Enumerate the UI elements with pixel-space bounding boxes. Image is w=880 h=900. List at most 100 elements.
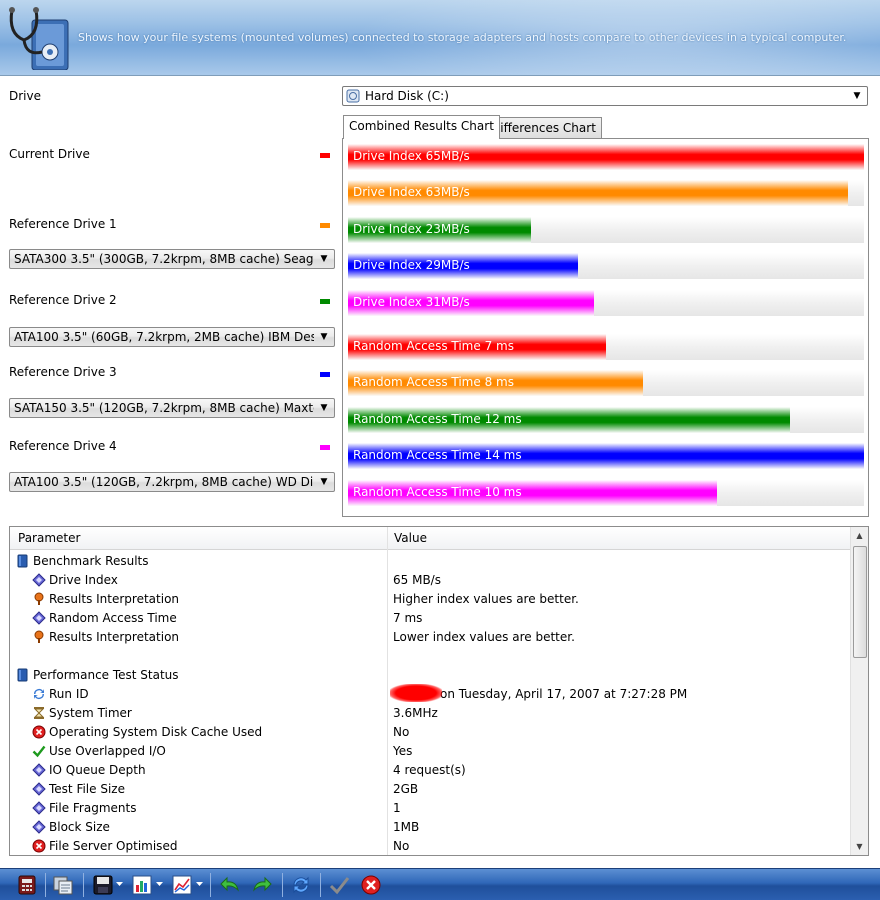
reference-drive-3-select[interactable]: SATA150 3.5" (120GB, 7.2krpm, 8MB cache)… — [9, 398, 335, 418]
chart-bar-label: Drive Index 63MB/s — [353, 185, 470, 199]
hourglass-icon — [32, 706, 46, 720]
table-row[interactable]: Block Size 1MB — [10, 818, 850, 837]
reference-drive-1-label: Reference Drive 1 — [9, 217, 117, 231]
parameter-cell: System Timer — [49, 706, 132, 720]
table-row[interactable] — [10, 647, 850, 666]
reference-drive-2-value: ATA100 3.5" (60GB, 7.2krpm, 2MB cache) I… — [14, 330, 314, 344]
parameter-cell: Results Interpretation — [49, 630, 180, 644]
parameter-cell: IO Queue Depth — [49, 763, 146, 777]
chevron-down-icon[interactable] — [116, 881, 123, 887]
chevron-down-icon[interactable] — [156, 881, 163, 887]
parameter-cell: Benchmark Results — [33, 554, 149, 568]
chart-bar-label: Random Access Time 12 ms — [353, 412, 522, 426]
value-cell: No — [393, 725, 410, 739]
chart-icon[interactable] — [131, 874, 153, 896]
reference-drive-4-swatch — [320, 445, 330, 450]
chart-row: Random Access Time 7 ms — [348, 334, 864, 360]
chart-bar-label: Drive Index 65MB/s — [353, 149, 470, 163]
parameter-cell: Drive Index — [49, 573, 118, 587]
chart-row: Drive Index 65MB/s — [348, 144, 864, 170]
value-cell: 3.6MHz — [393, 706, 438, 720]
bottom-toolbar — [0, 868, 880, 900]
value-cell: Lower index values are better. — [393, 630, 575, 644]
cross-icon — [32, 725, 46, 739]
reference-drive-3-swatch — [320, 372, 330, 377]
tab-differences-chart[interactable]: Differences Chart — [485, 117, 602, 138]
table-row[interactable]: Performance Test Status — [10, 666, 850, 685]
column-header-parameter[interactable]: Parameter — [18, 531, 80, 545]
parameter-cell: Results Interpretation — [49, 592, 180, 606]
reference-drive-4-value: ATA100 3.5" (120GB, 7.2krpm, 8MB cache) … — [14, 475, 314, 489]
pin-icon — [32, 630, 46, 644]
cross-icon — [32, 839, 46, 853]
toolbar-separator — [320, 873, 321, 897]
reference-drive-4-select[interactable]: ATA100 3.5" (120GB, 7.2krpm, 8MB cache) … — [9, 472, 335, 492]
diamond-icon — [32, 573, 46, 587]
table-row[interactable]: IO Queue Depth 4 request(s) — [10, 761, 850, 780]
parameter-cell: Performance Test Status — [33, 668, 179, 682]
value-cell: No — [393, 839, 410, 853]
graph-icon[interactable] — [171, 874, 193, 896]
reference-drive-3-value: SATA150 3.5" (120GB, 7.2krpm, 8MB cache)… — [14, 401, 314, 415]
book-icon — [16, 668, 30, 682]
chart-row: Random Access Time 12 ms — [348, 407, 864, 433]
toolbar-separator — [83, 873, 84, 897]
table-row[interactable]: Results Interpretation Higher index value… — [10, 590, 850, 609]
book-icon — [16, 554, 30, 568]
cancel-icon[interactable] — [360, 874, 382, 896]
refresh-icon[interactable] — [290, 874, 312, 896]
check-icon — [32, 744, 46, 758]
table-row[interactable]: Random Access Time 7 ms — [10, 609, 850, 628]
scroll-down-icon[interactable]: ▼ — [851, 838, 868, 855]
combined-results-chart: Drive Index 65MB/s Drive Index 63MB/s Driv… — [342, 138, 869, 517]
check-icon[interactable] — [328, 874, 350, 896]
column-header-value[interactable]: Value — [394, 531, 427, 545]
table-row[interactable]: Operating System Disk Cache Used No — [10, 723, 850, 742]
chart-bar-label: Random Access Time 10 ms — [353, 485, 522, 499]
calculator-icon[interactable] — [16, 874, 38, 896]
grid-scrollbar[interactable]: ▲ ▼ — [850, 527, 868, 855]
drive-select[interactable]: Hard Disk (C:) ▼ — [342, 86, 868, 106]
refresh-icon — [32, 687, 46, 701]
chart-row: Drive Index 31MB/s — [348, 290, 864, 316]
value-cell: 65 MB/s — [393, 573, 441, 587]
table-row[interactable]: Results Interpretation Lower index values… — [10, 628, 850, 647]
current-drive-swatch — [320, 153, 330, 158]
forward-icon[interactable] — [251, 874, 273, 896]
chart-row: Random Access Time 8 ms — [348, 370, 864, 396]
value-cell: Yes — [393, 744, 413, 758]
table-row[interactable]: Test File Size 2GB — [10, 780, 850, 799]
table-row[interactable]: File Fragments 1 — [10, 799, 850, 818]
diamond-icon — [32, 611, 46, 625]
table-row[interactable]: Use Overlapped I/O Yes — [10, 742, 850, 761]
value-cell: 7 ms — [393, 611, 423, 625]
reference-drive-2-select[interactable]: ATA100 3.5" (60GB, 7.2krpm, 2MB cache) I… — [9, 327, 335, 347]
table-row[interactable]: System Timer 3.6MHz — [10, 704, 850, 723]
table-row[interactable]: File Server Optimised No — [10, 837, 850, 855]
chart-row: Random Access Time 14 ms — [348, 443, 864, 469]
chart-bar-label: Random Access Time 8 ms — [353, 375, 514, 389]
diamond-icon — [32, 763, 46, 777]
scroll-up-icon[interactable]: ▲ — [851, 527, 868, 544]
chevron-down-icon: ▼ — [320, 403, 328, 413]
redaction-mark — [390, 684, 442, 702]
chevron-down-icon[interactable] — [196, 881, 203, 887]
copy-icon[interactable] — [52, 874, 74, 896]
parameter-cell: Use Overlapped I/O — [49, 744, 166, 758]
table-row[interactable]: Benchmark Results — [10, 552, 850, 571]
parameter-cell: Test File Size — [49, 782, 125, 796]
tab-combined-results-chart[interactable]: Combined Results Chart — [343, 115, 500, 139]
reference-drive-1-select[interactable]: SATA300 3.5" (300GB, 7.2krpm, 8MB cache)… — [9, 249, 335, 269]
table-row[interactable]: Drive Index 65 MB/s — [10, 571, 850, 590]
hard-disk-icon — [346, 89, 360, 103]
scroll-thumb[interactable] — [853, 546, 867, 658]
toolbar-separator — [282, 873, 283, 897]
toolbar-separator — [210, 873, 211, 897]
stethoscope-icon — [9, 7, 69, 70]
back-icon[interactable] — [219, 874, 241, 896]
parameter-cell: Random Access Time — [49, 611, 177, 625]
save-icon[interactable] — [92, 874, 114, 896]
value-cell: Higher index values are better. — [393, 592, 579, 606]
diamond-icon — [32, 782, 46, 796]
value-cell: on Tuesday, April 17, 2007 at 7:27:28 PM — [440, 687, 688, 701]
